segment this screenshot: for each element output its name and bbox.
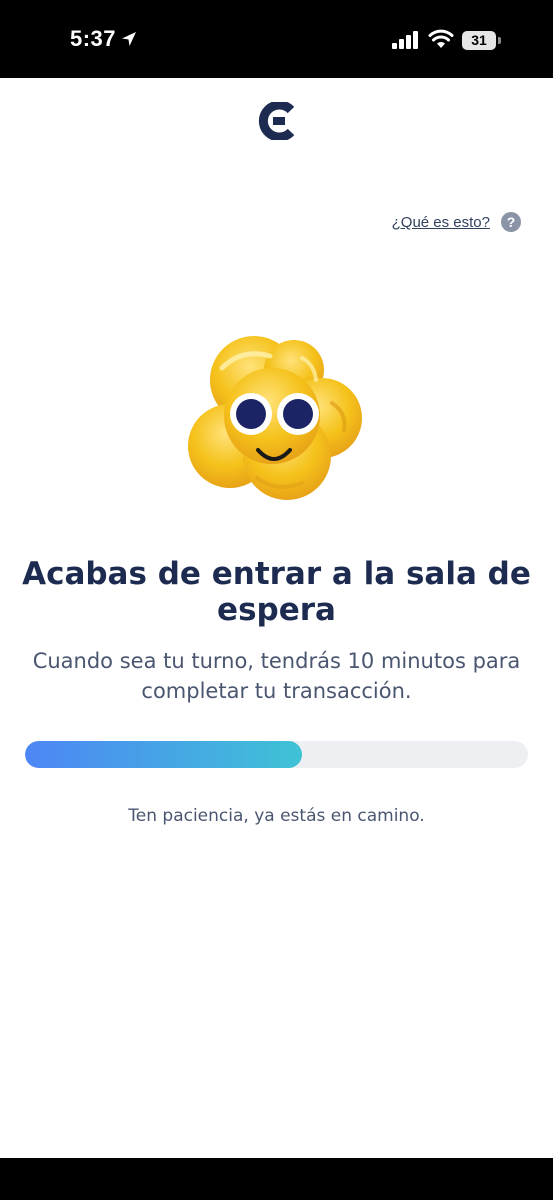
battery-icon: 31 — [462, 31, 496, 50]
status-time: 5:37 — [70, 26, 117, 51]
bottom-bar — [0, 1158, 553, 1200]
cellular-signal-icon — [392, 31, 418, 49]
progress-bar — [25, 741, 528, 768]
patience-message: Ten paciencia, ya estás en camino. — [128, 806, 425, 826]
battery-cap — [498, 37, 501, 44]
waiting-room-screen: ¿Qué es esto? ? Acabas de entrar a la sa — [0, 78, 553, 1158]
page-title: Acabas de entrar a la sala de espera — [22, 556, 531, 628]
status-bar: 5:37 31 — [0, 0, 553, 78]
brand-logo-icon — [258, 102, 294, 140]
page-subtitle: Cuando sea tu turno, tendrás 10 minutos … — [32, 649, 521, 703]
what-is-this-link[interactable]: ¿Qué es esto? — [392, 214, 490, 231]
popcorn-mascot-icon — [188, 336, 362, 500]
question-icon[interactable]: ? — [501, 212, 521, 232]
wifi-icon — [428, 29, 454, 48]
battery-level: 31 — [471, 32, 487, 48]
progress-bar-fill — [25, 741, 302, 768]
location-arrow-icon — [122, 32, 136, 46]
